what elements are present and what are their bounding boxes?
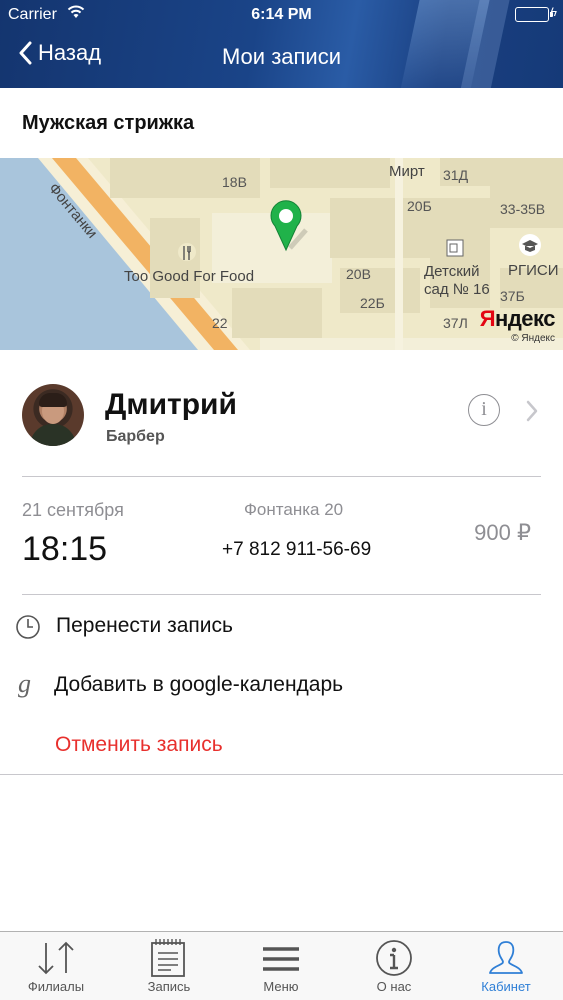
info-icon — [376, 940, 412, 976]
map-label-37b: 37Б — [500, 288, 525, 304]
branch-phone[interactable]: +7 812 911-56-69 — [222, 539, 371, 561]
info-icon[interactable]: i — [468, 394, 500, 426]
tab-label: Кабинет — [481, 979, 531, 994]
cancel-booking-button[interactable]: Отменить запись — [55, 733, 223, 757]
divider — [22, 476, 541, 477]
tab-booking[interactable]: Запись — [113, 932, 225, 1000]
menu-icon — [263, 947, 299, 971]
map-label-mirt: Мирт — [389, 163, 425, 180]
map-drawing — [0, 158, 563, 350]
tab-branches[interactable]: Филиалы — [0, 932, 112, 1000]
barber-name: Дмитрий — [105, 388, 237, 421]
map-label-20v: 20В — [346, 266, 371, 282]
map-label-37l: 37Л — [443, 315, 468, 331]
page-title: Мои записи — [221, 44, 342, 69]
charging-icon: ϟ — [550, 5, 557, 19]
tab-label: Меню — [263, 979, 299, 994]
map-copyright: © Яндекс — [511, 333, 555, 344]
reschedule-label: Перенести запись — [56, 614, 233, 637]
google-icon: g — [18, 669, 31, 698]
tab-label: О нас — [376, 979, 412, 994]
yandex-logo: Яндекс — [479, 306, 556, 331]
sort-arrows-icon — [38, 941, 74, 975]
map-label-rgisi: РГИСИ — [508, 262, 559, 279]
navigation-bar: Назад Мои записи — [0, 30, 563, 88]
divider — [0, 774, 563, 775]
map-label-kindergarten: Детский сад № 16 — [424, 263, 490, 298]
map-label-33: 33-35В — [500, 201, 546, 217]
status-time: 6:14 PM — [251, 6, 312, 23]
header: Carrier 6:14 PM ϟ Назад Мои записи — [0, 0, 563, 88]
map-label-22: 22 — [212, 315, 228, 331]
tab-account[interactable]: Кабинет — [450, 932, 562, 1000]
booking-price: 900 ₽ — [474, 520, 531, 545]
clock-icon — [16, 615, 40, 639]
status-bar: Carrier 6:14 PM ϟ — [0, 0, 563, 30]
barber-role: Барбер — [106, 428, 165, 445]
document-icon — [151, 939, 185, 977]
add-calendar-label: Добавить в google-календарь — [54, 673, 344, 696]
tab-about[interactable]: О нас — [338, 932, 450, 1000]
tab-menu[interactable]: Меню — [225, 932, 337, 1000]
add-calendar-button[interactable]: g Добавить в google-календарь — [0, 669, 563, 723]
service-title: Мужская стрижка — [22, 112, 195, 134]
map-label-31d: 31Д — [443, 167, 469, 183]
map-label-18v: 18В — [222, 174, 247, 190]
user-icon — [489, 941, 523, 974]
chevron-right-icon[interactable] — [525, 400, 539, 422]
battery-icon — [515, 7, 553, 22]
tab-label: Запись — [147, 979, 191, 994]
barber-card[interactable]: Дмитрий Барбер i — [0, 350, 563, 476]
map-label-22b: 22Б — [360, 295, 385, 311]
tab-label: Филиалы — [27, 979, 85, 994]
avatar — [22, 384, 84, 446]
booking-date: 21 сентября — [22, 500, 124, 520]
map-label-restaurant: Too Good For Food — [124, 268, 255, 285]
reschedule-button[interactable]: Перенести запись — [0, 614, 563, 664]
map-label-20b: 20Б — [407, 198, 432, 214]
location-map[interactable]: Фонтанки 18В Мирт 31Д 20Б 33-35В Too Goo… — [0, 158, 563, 350]
branch-address: Фонтанка 20 — [244, 500, 344, 519]
booking-time: 18:15 — [22, 530, 108, 568]
divider — [22, 594, 541, 595]
tab-bar: Филиалы Запись Меню О нас Кабинет — [0, 931, 563, 1000]
